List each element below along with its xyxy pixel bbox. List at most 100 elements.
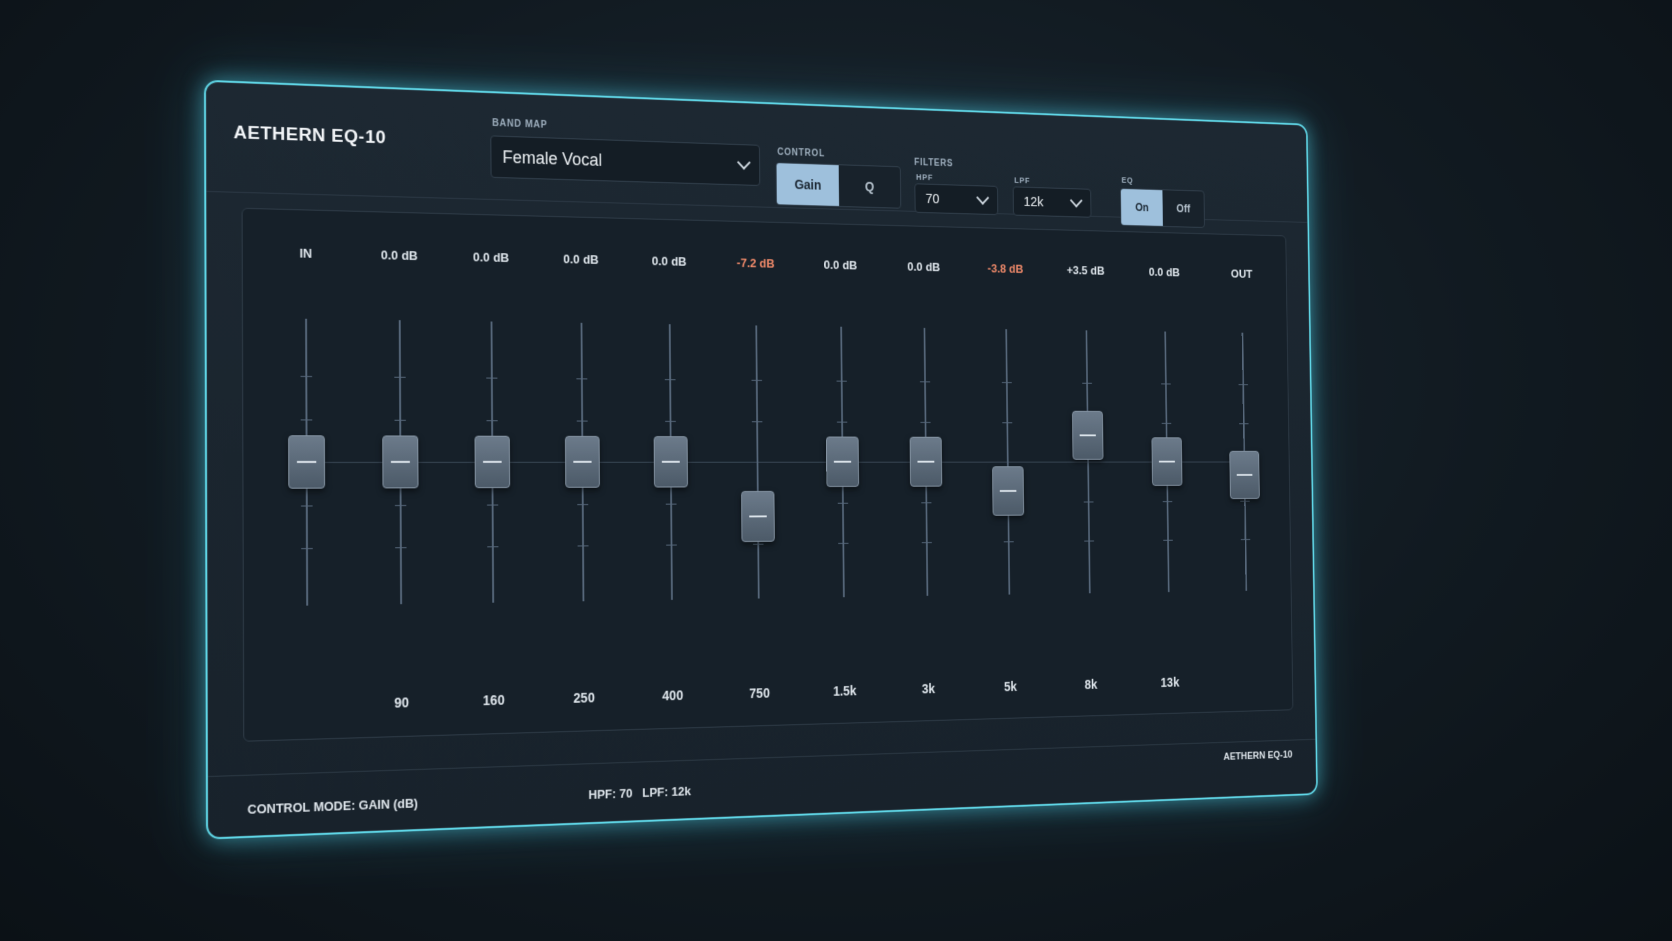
fader-tick: [394, 376, 406, 378]
fader-channel: 0.0 dB 250: [540, 217, 626, 732]
fader-tick: [751, 379, 763, 381]
fader-knob[interactable]: [825, 436, 860, 487]
fader-knob[interactable]: [741, 490, 775, 543]
lpf-dropdown[interactable]: 12k: [1012, 186, 1092, 218]
fader-tick: [838, 542, 849, 544]
gain-readout: OUT: [1230, 266, 1253, 281]
eq-plugin-window: AETHERN EQ-10 BAND MAP Female Vocal CONT…: [203, 79, 1318, 840]
fader-knob[interactable]: [992, 466, 1025, 516]
lpf-value: 12k: [1023, 193, 1044, 210]
frequency-label: 750: [749, 685, 770, 701]
fader-tick: [836, 421, 848, 423]
control-mode-status: CONTROL MODE: GAIN (dB): [247, 795, 418, 817]
eq-off-button[interactable]: Off: [1162, 190, 1204, 227]
fader-tick: [1082, 382, 1092, 384]
brand-label: AETHERN EQ-10: [1223, 749, 1293, 763]
fader-tick: [300, 504, 313, 507]
fader-channel: 0.0 dB 1.5k: [801, 224, 883, 724]
control-gain-button[interactable]: Gain: [776, 163, 840, 206]
gain-readout: +3.5 dB: [1066, 263, 1105, 278]
fader-tick: [837, 502, 849, 504]
fader-channel: 0.0 dB 400: [629, 219, 713, 729]
fader-tick: [577, 503, 589, 505]
hpf-label: HPF: [916, 172, 934, 183]
gain-readout: 0.0 dB: [472, 249, 510, 265]
frequency-label: 8k: [1084, 676, 1098, 692]
fader-tick: [487, 504, 499, 506]
fader-tick: [487, 546, 499, 548]
frequency-label: 250: [573, 689, 595, 706]
filters-status: HPF: 70 LPF: 12k: [588, 783, 691, 802]
fader-tick: [1084, 540, 1095, 542]
fader-knob[interactable]: [1151, 437, 1183, 486]
band-map-dropdown[interactable]: Female Vocal: [490, 135, 761, 186]
fader-tick: [752, 543, 764, 545]
gain-readout: IN: [299, 245, 313, 261]
app-title: AETHERN EQ-10: [233, 122, 387, 149]
fader-tick: [920, 421, 931, 423]
fader-tick: [394, 419, 406, 421]
frequency-label: 90: [394, 694, 410, 711]
frequency-label: [1212, 686, 1283, 688]
fader-tick: [1002, 421, 1013, 423]
gain-readout: 0.0 dB: [380, 247, 418, 263]
fader-channel: -7.2 dB 750: [716, 221, 799, 726]
fader-tick: [576, 420, 588, 422]
fader-tick: [1238, 384, 1248, 386]
fader-knob[interactable]: [1229, 450, 1260, 499]
fader-channel: OUT: [1206, 234, 1283, 711]
fader-tick: [1003, 541, 1014, 543]
gain-readout: 0.0 dB: [1148, 264, 1180, 280]
eq-fader-area: IN 0.0 dB 90 0.0 dB 160 0.0 dB 250 0.0 dB 400 -7.…: [241, 207, 1294, 742]
frequency-label: 5k: [1003, 678, 1017, 694]
fader-tick: [486, 419, 498, 421]
fader-channel: 0.0 dB 13k: [1128, 232, 1206, 714]
fader-tick: [836, 380, 847, 382]
header-bar: AETHERN EQ-10 BAND MAP Female Vocal CONT…: [205, 81, 1308, 228]
band-map-value: Female Vocal: [502, 146, 603, 170]
fader-channel: 0.0 dB 90: [356, 212, 444, 738]
gain-readout: -7.2 dB: [736, 255, 775, 271]
fader-track[interactable]: [1085, 330, 1091, 594]
fader-tick: [576, 378, 588, 380]
fader-tick: [300, 418, 313, 420]
eq-on-button[interactable]: On: [1120, 188, 1163, 226]
fader-knob[interactable]: [653, 436, 688, 488]
fader-channel: 0.0 dB 160: [449, 214, 536, 734]
fader-knob[interactable]: [382, 435, 419, 489]
fader-tick: [664, 379, 676, 381]
fader-tick: [394, 504, 407, 506]
fader-knob[interactable]: [474, 435, 511, 489]
frequency-label: 160: [482, 692, 505, 709]
frequency-label: 400: [662, 687, 684, 704]
fader-channel: +3.5 dB 8k: [1049, 230, 1128, 716]
control-q-button[interactable]: Q: [839, 165, 901, 208]
fader-tick: [919, 381, 931, 383]
gain-readout: -3.8 dB: [987, 261, 1024, 276]
frequency-label: 1.5k: [832, 683, 857, 699]
control-toggle: Gain Q: [775, 162, 902, 209]
fader-track[interactable]: [755, 325, 760, 599]
fader-tick: [577, 545, 589, 547]
fader-tick: [1161, 422, 1172, 424]
hpf-value: 70: [925, 190, 940, 207]
hpf-dropdown[interactable]: 70: [914, 183, 999, 216]
filters-label: FILTERS: [914, 157, 954, 170]
fader-tick: [1162, 500, 1173, 502]
fader-track[interactable]: [1005, 329, 1011, 595]
fader-tick: [301, 548, 313, 550]
fader-knob[interactable]: [564, 435, 600, 488]
fader-tick: [921, 542, 932, 544]
gain-readout: 0.0 dB: [651, 253, 687, 269]
fader-tick: [486, 377, 498, 379]
fader-knob[interactable]: [909, 436, 943, 487]
frequency-label: 3k: [921, 681, 936, 697]
control-label: CONTROL: [777, 147, 825, 160]
eq-label: EQ: [1121, 175, 1134, 185]
fader-knob[interactable]: [288, 435, 326, 489]
fader-tick: [665, 503, 677, 505]
fader-knob[interactable]: [1071, 410, 1104, 460]
fader-tick: [665, 420, 676, 422]
fader-tick: [751, 420, 763, 422]
fader-tick: [1001, 382, 1012, 384]
